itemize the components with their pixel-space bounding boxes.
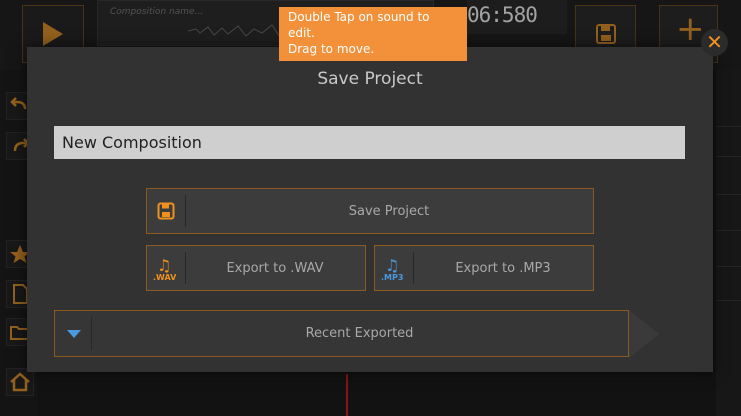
recent-exported-button[interactable]: Recent Exported (54, 310, 629, 357)
recent-exported-arrow (629, 310, 659, 358)
export-wav-button[interactable]: ♫ .WAV Export to .WAV (146, 245, 366, 291)
music-note-wav-icon: ♫ .WAV (153, 256, 177, 282)
composition-name-input[interactable] (54, 126, 685, 159)
export-mp3-label: Export to .MP3 (455, 260, 551, 276)
mp3-extension-label: .MP3 (381, 273, 404, 282)
export-wav-label: Export to .WAV (226, 260, 324, 276)
close-icon: ✕ (706, 30, 723, 54)
floppy-disk-icon (147, 189, 185, 233)
tooltip-line: Drag to move. (288, 42, 375, 56)
music-note-mp3-icon: ♫ .MP3 (381, 256, 404, 282)
tooltip-line: edit. (288, 26, 315, 40)
close-button[interactable]: ✕ (701, 29, 728, 56)
export-mp3-button[interactable]: ♫ .MP3 Export to .MP3 (374, 245, 594, 291)
save-project-button[interactable]: Save Project (146, 188, 594, 234)
dialog-title: Save Project (317, 69, 423, 89)
save-project-dialog: Save Project Save Project ♫ .WAV Export … (27, 47, 713, 372)
save-project-label: Save Project (348, 203, 430, 219)
tooltip-line: Double Tap on sound to (288, 10, 430, 24)
chevron-down-icon (55, 311, 93, 356)
wav-extension-label: .WAV (153, 273, 177, 282)
hint-tooltip: Double Tap on sound to edit. Drag to mov… (279, 7, 467, 61)
recent-exported-label: Recent Exported (305, 326, 414, 341)
